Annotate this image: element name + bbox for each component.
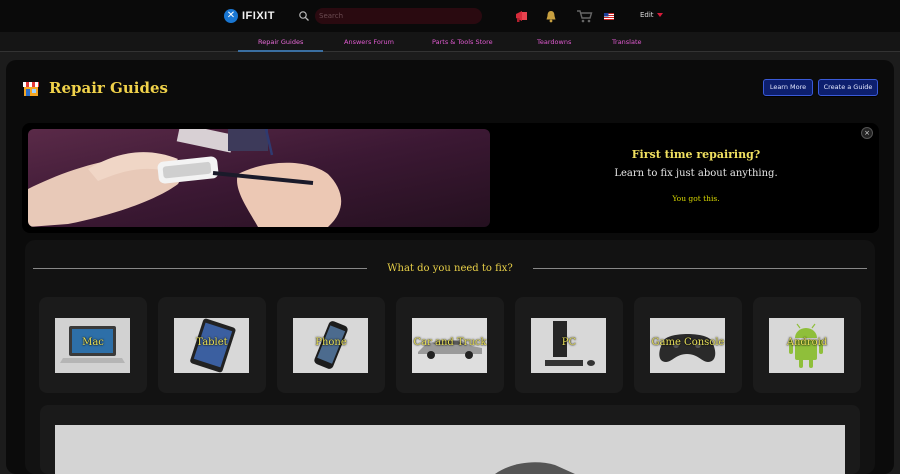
nav-translate[interactable]: Translate bbox=[612, 32, 642, 52]
nav-teardowns[interactable]: Teardowns bbox=[537, 32, 571, 52]
category-label: Game Console bbox=[651, 337, 725, 348]
search-input[interactable] bbox=[315, 8, 482, 24]
category-card-mac[interactable]: Mac bbox=[39, 297, 147, 393]
divider-right bbox=[533, 268, 867, 269]
banner-photo bbox=[28, 129, 490, 227]
featured-guide-image bbox=[55, 425, 845, 474]
category-label: Phone bbox=[315, 337, 347, 348]
logo-text: IFIXIT bbox=[242, 10, 275, 22]
page-header: Repair Guides bbox=[22, 79, 168, 97]
search-icon[interactable] bbox=[298, 10, 310, 22]
bell-icon[interactable] bbox=[543, 8, 559, 24]
ifixit-logo[interactable]: ✕ IFIXIT bbox=[224, 9, 275, 23]
category-card-phone[interactable]: Phone bbox=[277, 297, 385, 393]
category-card-game-console[interactable]: Game Console bbox=[634, 297, 742, 393]
megaphone-icon[interactable] bbox=[514, 8, 530, 24]
category-label: PC bbox=[561, 337, 577, 348]
category-card-tablet[interactable]: Tablet bbox=[158, 297, 266, 393]
nav-answers-forum[interactable]: Answers Forum bbox=[344, 32, 394, 52]
category-card-car-and-truck[interactable]: Car and Truck bbox=[396, 297, 504, 393]
category-label: Mac bbox=[82, 337, 104, 348]
search-bar bbox=[298, 8, 482, 24]
category-label: Car and Truck bbox=[413, 337, 487, 348]
banner-heading: First time repairing? bbox=[631, 148, 761, 161]
us-flag-icon[interactable] bbox=[603, 8, 615, 24]
create-guide-button[interactable]: Create a Guide bbox=[818, 79, 878, 96]
storefront-icon bbox=[23, 82, 39, 96]
category-card-pc[interactable]: PC bbox=[515, 297, 623, 393]
banner-subtext: Learn to fix just about anything. bbox=[614, 168, 778, 179]
main-nav: Repair Guides Answers Forum Parts & Tool… bbox=[0, 32, 900, 52]
ifixit-logo-mark-icon: ✕ bbox=[224, 9, 238, 23]
category-label: Tablet bbox=[196, 337, 228, 348]
categories-heading: What do you need to fix? bbox=[387, 263, 513, 274]
category-card-android[interactable]: Android bbox=[753, 297, 861, 393]
page-title: Repair Guides bbox=[49, 79, 168, 97]
divider-left bbox=[33, 268, 367, 269]
category-label: Android bbox=[786, 337, 828, 348]
chevron-down-icon[interactable] bbox=[657, 13, 663, 17]
user-menu-label[interactable]: Edit bbox=[640, 11, 654, 19]
close-icon[interactable]: × bbox=[861, 127, 873, 139]
banner-link[interactable]: You got this. bbox=[560, 194, 832, 203]
cart-icon[interactable] bbox=[575, 8, 593, 24]
top-header: ✕ IFIXIT Search Edit bbox=[0, 0, 900, 32]
nav-repair-guides[interactable]: Repair Guides bbox=[238, 32, 324, 52]
learn-more-button[interactable]: Learn More bbox=[763, 79, 813, 96]
nav-parts-tools-store[interactable]: Parts & Tools Store bbox=[432, 32, 493, 52]
